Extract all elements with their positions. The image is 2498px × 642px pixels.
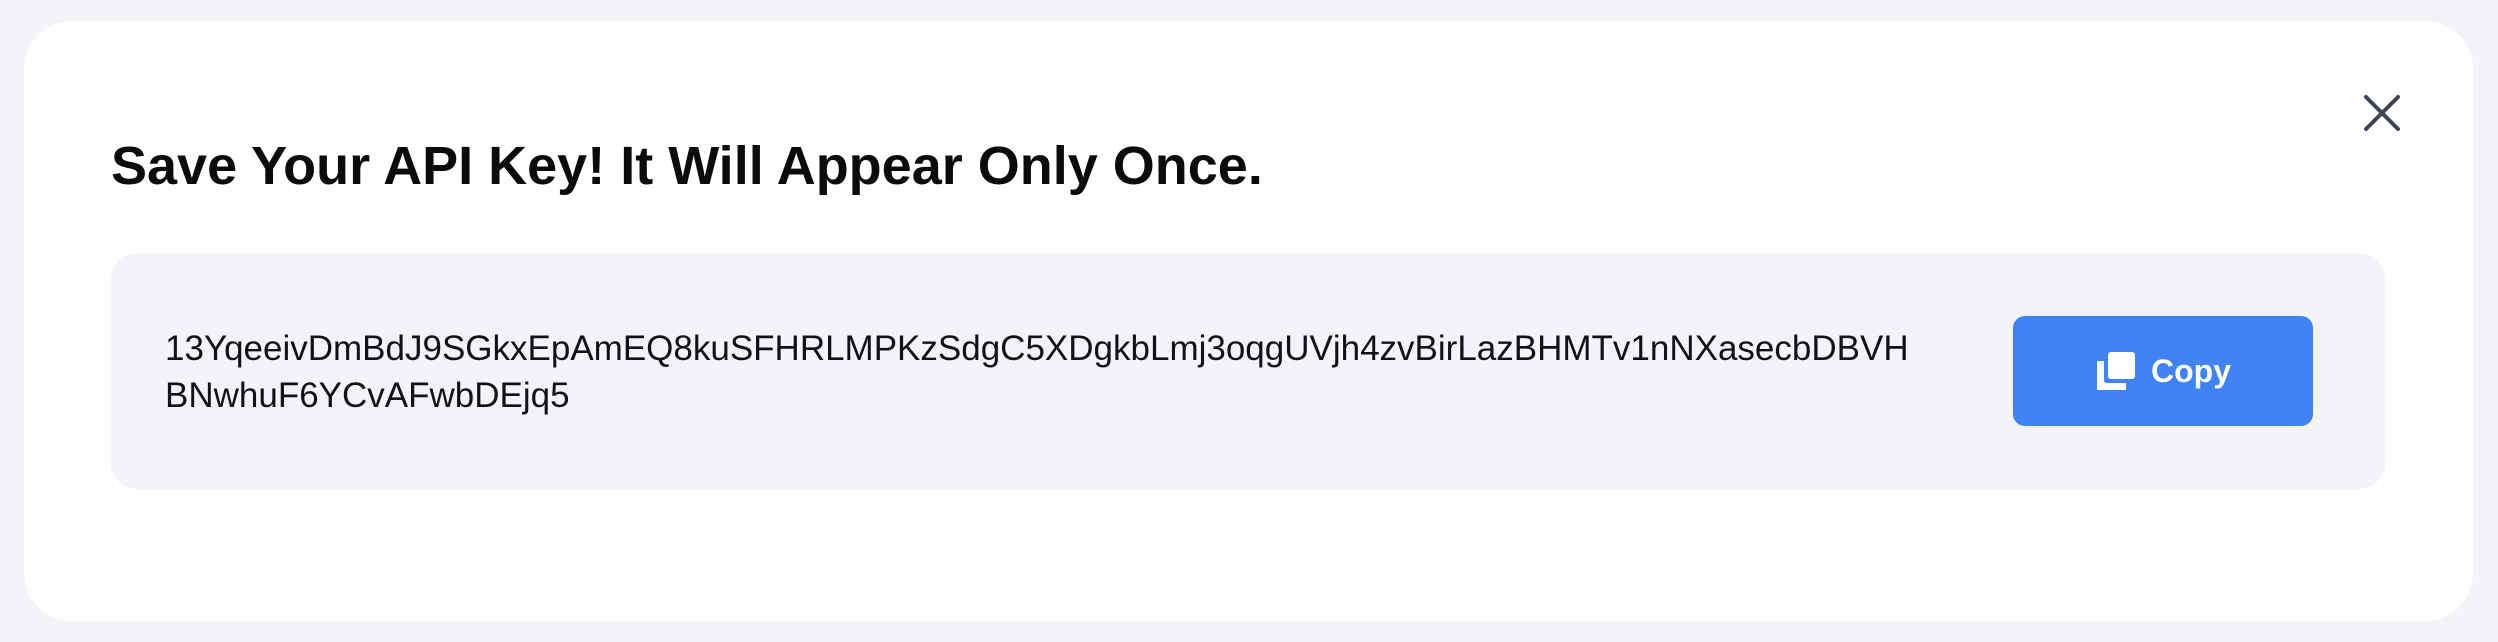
close-icon [2364,95,2400,131]
api-key-line-2: BNwhuF6YCvAFwbDEjq5 [165,376,570,415]
dialog-title: Save Your API Key! It Will Appear Only O… [111,136,1263,196]
api-key-container: 13YqeeivDmBdJ9SGkxEpAmEQ8kuSFHRLMPKzSdgC… [111,253,2385,489]
copy-button[interactable]: Copy [2013,316,2313,426]
copy-button-label: Copy [2151,353,2231,389]
api-key-line-1: 13YqeeivDmBdJ9SGkxEpAmEQ8kuSFHRLMPKzSdgC… [165,329,1909,368]
close-button[interactable] [2354,85,2410,141]
copy-icon [2097,352,2135,390]
api-key-dialog: Save Your API Key! It Will Appear Only O… [24,21,2473,621]
api-key-value[interactable]: 13YqeeivDmBdJ9SGkxEpAmEQ8kuSFHRLMPKzSdgC… [165,325,1995,419]
